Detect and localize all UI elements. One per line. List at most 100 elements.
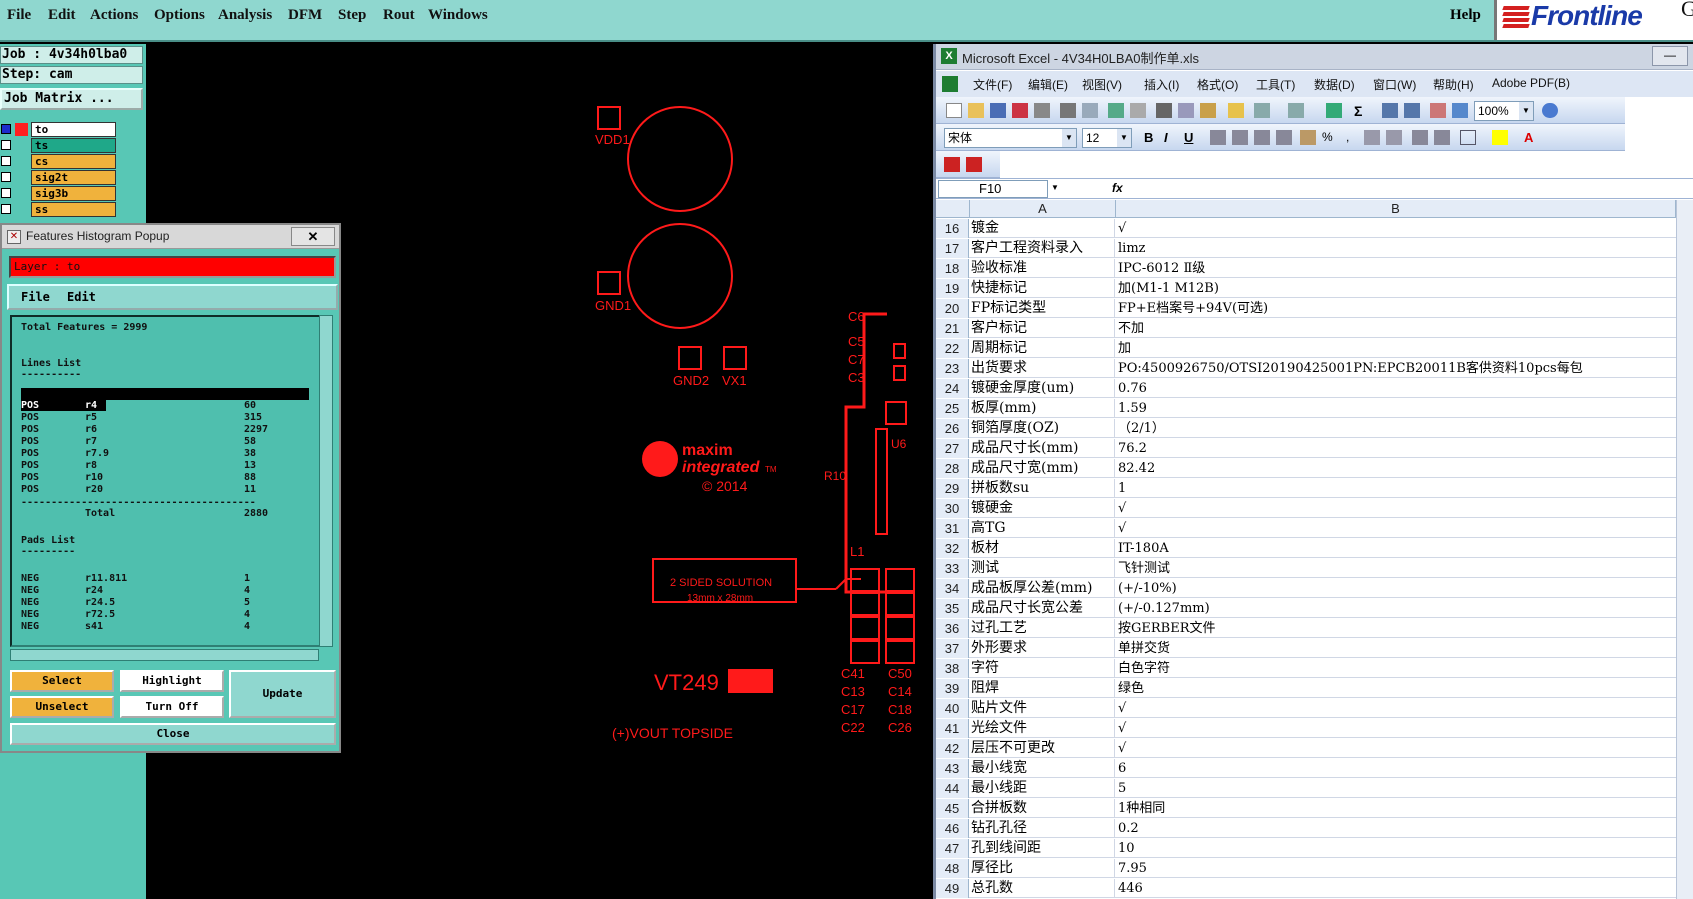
- excel-menu-edit[interactable]: 编辑(E): [1028, 76, 1068, 93]
- zoom-select[interactable]: 100% ▼: [1474, 101, 1534, 121]
- cell-b[interactable]: 白色字符: [1116, 659, 1693, 678]
- font-name-select[interactable]: 宋体 ▼: [944, 128, 1077, 148]
- row-header[interactable]: 20: [936, 299, 969, 318]
- cell-b[interactable]: 76.2: [1116, 439, 1693, 458]
- spreadsheet-row[interactable]: 35 成品尺寸长宽公差 (+/-0.127mm): [936, 599, 1693, 618]
- font-size-select[interactable]: 12 ▼: [1082, 128, 1132, 148]
- spreadsheet-row[interactable]: 45 合拼板数 1种相同: [936, 799, 1693, 818]
- spreadsheet-row[interactable]: 37 外形要求 单拼交货: [936, 639, 1693, 658]
- layer-row[interactable]: cs: [0, 154, 118, 169]
- layer-row[interactable]: to: [0, 122, 118, 137]
- open-icon[interactable]: [968, 103, 984, 118]
- pads-row[interactable]: NEG r72.5 4: [12, 609, 312, 621]
- popup-titlebar[interactable]: ✕ Features Histogram Popup ✕: [2, 225, 339, 249]
- menu-options[interactable]: Options: [154, 7, 205, 24]
- excel-titlebar[interactable]: X Microsoft Excel - 4V34H0LBA0制作单.xls —: [936, 44, 1693, 70]
- row-header[interactable]: 21: [936, 319, 969, 338]
- comma-icon[interactable]: ,: [1346, 130, 1362, 145]
- spelling-icon[interactable]: [1108, 103, 1124, 118]
- pads-row[interactable]: NEG r24.5 5: [12, 597, 312, 609]
- update-button[interactable]: Update: [229, 670, 336, 718]
- cell-b[interactable]: 1.59: [1116, 399, 1693, 418]
- layer-name[interactable]: ts: [31, 138, 116, 153]
- increase-indent-icon[interactable]: [1434, 130, 1450, 145]
- layer-name[interactable]: to: [31, 122, 116, 137]
- percent-icon[interactable]: %: [1322, 130, 1338, 145]
- excel-menu-file[interactable]: 文件(F): [973, 76, 1012, 93]
- spreadsheet-row[interactable]: 20 FP标记类型 FP+E档案号+94V(可选): [936, 299, 1693, 318]
- spreadsheet-row[interactable]: 40 贴片文件 √: [936, 699, 1693, 718]
- pads-row[interactable]: NEG s41 4: [12, 621, 312, 633]
- excel-menu-help[interactable]: 帮助(H): [1433, 76, 1474, 93]
- cell-b[interactable]: 飞针测试: [1116, 559, 1693, 578]
- cell-a[interactable]: 出货要求: [970, 359, 1115, 378]
- sort-ascending-icon[interactable]: [1382, 103, 1398, 118]
- row-header[interactable]: 35: [936, 599, 969, 618]
- excel-menu-data[interactable]: 数据(D): [1314, 76, 1355, 93]
- paste-icon[interactable]: [1200, 103, 1216, 118]
- spreadsheet-row[interactable]: 31 高TG √: [936, 519, 1693, 538]
- bold-icon[interactable]: B: [1144, 130, 1160, 145]
- cell-a[interactable]: 贴片文件: [970, 699, 1115, 718]
- cell-b[interactable]: FP+E档案号+94V(可选): [1116, 299, 1693, 318]
- spreadsheet-row[interactable]: 23 出货要求 PO:4500926750/OTSI20190425001PN:EP…: [936, 359, 1693, 378]
- spreadsheet-row[interactable]: 19 快捷标记 加(M1-1 M12B): [936, 279, 1693, 298]
- cell-a[interactable]: 板材: [970, 539, 1115, 558]
- row-header[interactable]: 34: [936, 579, 969, 598]
- row-header[interactable]: 41: [936, 719, 969, 738]
- popup-menu-file[interactable]: File: [21, 286, 50, 308]
- cell-a[interactable]: 板厚(mm): [970, 399, 1115, 418]
- excel-menu-window[interactable]: 窗口(W): [1373, 76, 1416, 93]
- cell-a[interactable]: 阻焊: [970, 679, 1115, 698]
- font-color-icon[interactable]: A: [1524, 130, 1540, 145]
- workbook-icon[interactable]: [942, 76, 958, 92]
- column-header-a[interactable]: A: [970, 200, 1116, 218]
- cell-a[interactable]: 测试: [970, 559, 1115, 578]
- spreadsheet-row[interactable]: 48 厚径比 7.95: [936, 859, 1693, 878]
- menu-analysis[interactable]: Analysis: [218, 7, 272, 24]
- layer-name[interactable]: sig2t: [31, 170, 116, 185]
- row-header[interactable]: 31: [936, 519, 969, 538]
- cell-b[interactable]: 1种相同: [1116, 799, 1693, 818]
- new-icon[interactable]: [946, 103, 962, 118]
- spreadsheet-row[interactable]: 47 孔到线间距 10: [936, 839, 1693, 858]
- borders-icon[interactable]: [1460, 130, 1476, 145]
- chevron-down-icon[interactable]: ▼: [1519, 102, 1533, 120]
- excel-menu-adobe-pdf[interactable]: Adobe PDF(B): [1492, 76, 1570, 90]
- cell-b[interactable]: √: [1116, 719, 1693, 738]
- cell-b[interactable]: 1: [1116, 479, 1693, 498]
- spreadsheet-row[interactable]: 21 客户标记 不加: [936, 319, 1693, 338]
- lines-row[interactable]: POS r6 2297: [12, 424, 312, 436]
- column-header-b[interactable]: B: [1116, 200, 1676, 218]
- row-header[interactable]: 30: [936, 499, 969, 518]
- cell-a[interactable]: 过孔工艺: [970, 619, 1115, 638]
- pads-row[interactable]: NEG r11.811 1: [12, 573, 312, 585]
- layer-name[interactable]: ss: [31, 202, 116, 217]
- pads-row[interactable]: NEG r24 4: [12, 585, 312, 597]
- row-header[interactable]: 38: [936, 659, 969, 678]
- spreadsheet-row[interactable]: 42 层压不可更改 √: [936, 739, 1693, 758]
- cell-a[interactable]: 成品板厚公差(mm): [970, 579, 1115, 598]
- lines-row[interactable]: POS r7 58: [12, 436, 312, 448]
- redo-icon[interactable]: [1288, 103, 1304, 118]
- cell-a[interactable]: 镀硬金厚度(um): [970, 379, 1115, 398]
- row-header[interactable]: 26: [936, 419, 969, 438]
- cell-a[interactable]: 拼板数su: [970, 479, 1115, 498]
- menu-edit[interactable]: Edit: [48, 7, 76, 24]
- spreadsheet-row[interactable]: 46 钻孔孔径 0.2: [936, 819, 1693, 838]
- row-header[interactable]: 48: [936, 859, 969, 878]
- menu-rout[interactable]: Rout: [383, 7, 415, 24]
- convert-to-pdf-icon[interactable]: [944, 157, 960, 172]
- cell-a[interactable]: 总孔数: [970, 879, 1115, 898]
- email-icon[interactable]: [1034, 103, 1050, 118]
- layer-checkbox[interactable]: [1, 188, 11, 198]
- name-box[interactable]: F10: [938, 180, 1048, 198]
- row-header[interactable]: 45: [936, 799, 969, 818]
- spreadsheet-row[interactable]: 43 最小线宽 6: [936, 759, 1693, 778]
- row-header[interactable]: 32: [936, 539, 969, 558]
- cell-b[interactable]: 不加: [1116, 319, 1693, 338]
- lines-row[interactable]: POS r5 315: [12, 412, 312, 424]
- layer-checkbox[interactable]: [1, 124, 11, 134]
- cell-b[interactable]: √: [1116, 519, 1693, 538]
- row-header[interactable]: 37: [936, 639, 969, 658]
